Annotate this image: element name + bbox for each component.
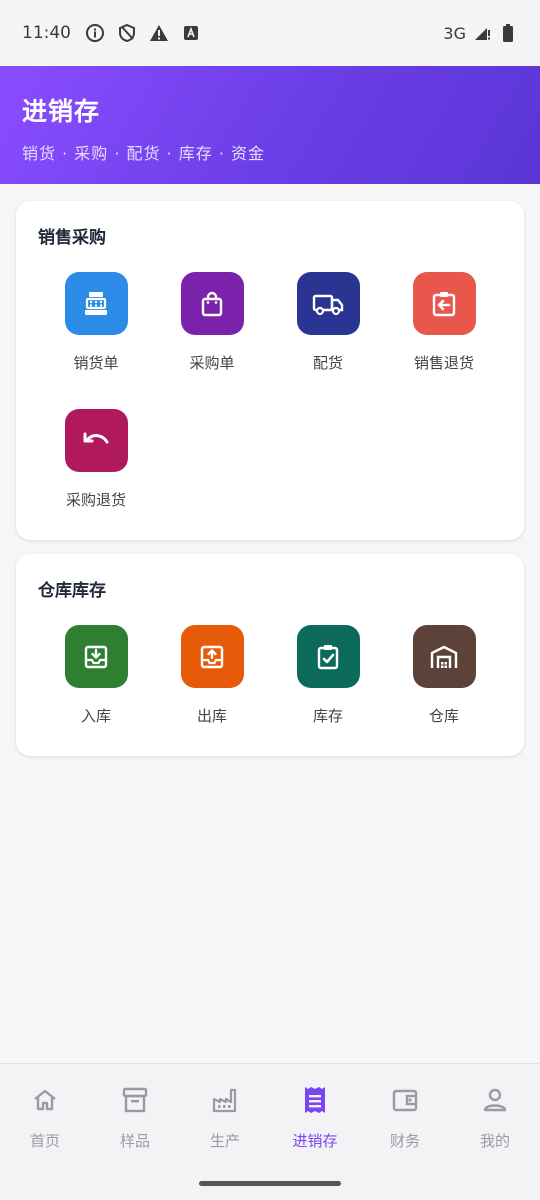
bottom-navigation: 首页 样品 生产 进销存 财务 我的 [0,1063,540,1200]
nav-label: 进销存 [292,1132,338,1150]
info-icon [85,23,105,43]
nav-item-inventory-sales[interactable]: 进销存 [270,1082,360,1151]
menu-item-label: 出库 [196,707,227,725]
menu-item-label: 仓库 [428,707,459,725]
menu-item-stock-in[interactable]: 入库 [38,625,154,726]
nav-label: 我的 [479,1132,510,1150]
nav-item-finance[interactable]: 财务 [360,1082,450,1151]
section-warehouse-inventory: 仓库库存 入库 出库 库存 仓库 [16,554,524,756]
battery-icon [498,23,518,43]
section-title: 仓库库存 [38,581,106,601]
cash-register-icon [64,272,128,335]
menu-item-label: 采购退货 [65,491,126,509]
person-icon [481,1082,509,1118]
wallet-icon [391,1082,419,1118]
menu-item-sales-return[interactable]: 销售退货 [386,272,502,373]
page-header: 进销存 销货 · 采购 · 配货 · 库存 · 资金 [0,66,540,184]
page-subtitle: 销货 · 采购 · 配货 · 库存 · 资金 [22,144,266,163]
return-box-icon [412,272,476,335]
nav-item-me[interactable]: 我的 [450,1082,540,1151]
inbox-in-icon [64,625,128,688]
nav-label: 财务 [389,1132,420,1150]
section-title: 销售采购 [38,228,106,248]
nav-label: 生产 [209,1132,240,1150]
undo-icon [64,409,128,472]
factory-icon [211,1082,239,1118]
menu-item-sales-order[interactable]: 销货单 [38,272,154,373]
menu-item-label: 入库 [80,707,111,725]
menu-item-label: 库存 [312,707,343,725]
nav-item-home[interactable]: 首页 [0,1082,90,1151]
menu-item-purchase-order[interactable]: 采购单 [154,272,270,373]
gesture-bar[interactable] [199,1181,341,1186]
nav-item-production[interactable]: 生产 [180,1082,270,1151]
nav-item-samples[interactable]: 样品 [90,1082,180,1151]
menu-item-label: 销货单 [73,354,119,372]
menu-item-distribution[interactable]: 配货 [270,272,386,373]
menu-item-warehouse[interactable]: 仓库 [386,625,502,726]
home-icon [31,1082,59,1118]
shield-icon [117,23,137,43]
truck-icon [296,272,360,335]
warning-icon [149,23,169,43]
archive-icon [121,1082,149,1118]
status-bar: 11:40 3G [0,0,540,66]
menu-item-inventory[interactable]: 库存 [270,625,386,726]
section-sales-purchase: 销售采购 销货单 采购单 配货 销售退货 采购退货 [16,201,524,540]
menu-item-label: 销售退货 [413,354,474,372]
menu-item-label: 采购单 [189,354,235,372]
receipt-icon [301,1082,329,1118]
inbox-out-icon [180,625,244,688]
signal-icon [472,23,492,43]
warehouse-icon [412,625,476,688]
page-title: 进销存 [22,97,101,126]
status-time: 11:40 [22,23,71,43]
network-type: 3G [443,23,466,43]
menu-item-purchase-return[interactable]: 采购退货 [38,409,154,510]
font-icon [181,23,201,43]
menu-item-label: 配货 [312,354,343,372]
shopping-bag-icon [180,272,244,335]
menu-item-stock-out[interactable]: 出库 [154,625,270,726]
clipboard-check-icon [296,625,360,688]
nav-label: 样品 [119,1132,150,1150]
nav-label: 首页 [29,1132,60,1150]
